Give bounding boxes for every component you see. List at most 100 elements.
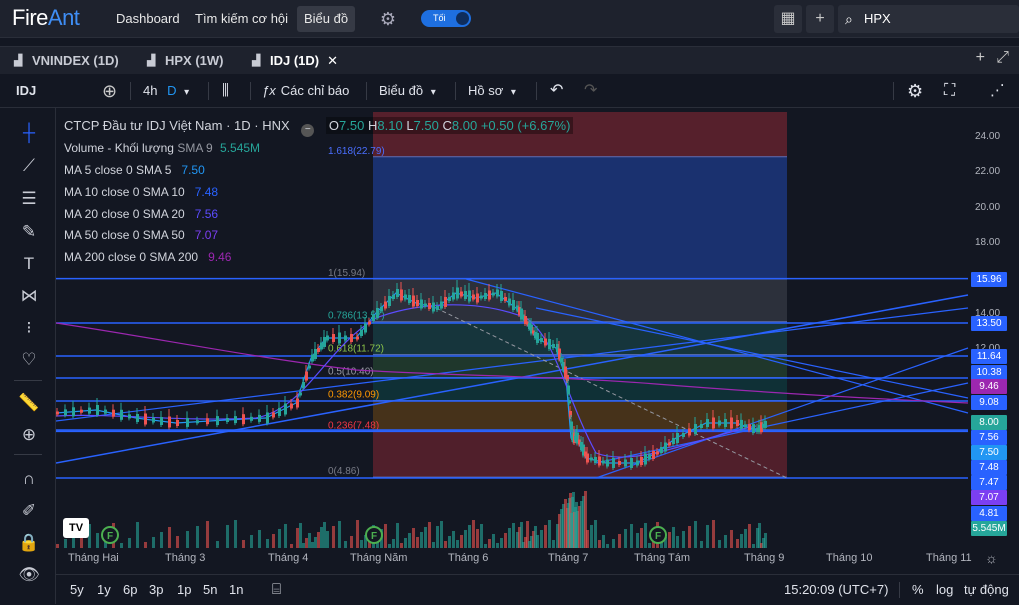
undo-icon[interactable]: ↶ — [550, 74, 563, 108]
tab-vnindex[interactable]: ▟ VNINDEX (1D) — [12, 47, 119, 75]
axis-settings-icon[interactable]: ☼ — [985, 550, 998, 566]
volume-bar — [694, 521, 697, 548]
volume-bar — [278, 529, 281, 548]
candle — [472, 294, 475, 300]
volume-bar — [302, 543, 305, 548]
chart-settings-icon[interactable]: ⚙ — [907, 74, 923, 108]
share-icon[interactable]: ⋰ — [990, 74, 1005, 108]
add-icon[interactable]: + — [806, 5, 834, 33]
compare-add-icon[interactable]: ⊕ — [102, 74, 117, 108]
range-button-1n[interactable]: 1n — [229, 575, 243, 605]
drawing-toolbar: ┼ ⟋ ☰ ✎ T ⋈ ⁝ ♡ 📏 ⊕ ∩ ✐ 🔒 👁 — [0, 108, 56, 604]
fib-zone — [373, 156, 787, 279]
zoom-in-icon[interactable]: ⊕ — [16, 422, 42, 448]
log-toggle[interactable]: log — [936, 575, 953, 605]
crosshair-icon[interactable]: ┼ — [16, 120, 42, 146]
volume-bar — [384, 524, 387, 548]
theme-toggle[interactable]: Tối — [421, 10, 471, 27]
collapse-icon[interactable]: − — [301, 124, 315, 137]
range-button-1y[interactable]: 1y — [97, 575, 111, 605]
ma-legend-row: MA 5 close 0 SMA 5 7.50 — [64, 163, 205, 177]
nav-chart[interactable]: Biểu đồ — [297, 6, 355, 32]
indicators-button[interactable]: ƒx Các chỉ báo — [262, 74, 349, 108]
candle — [250, 416, 253, 421]
candle — [326, 335, 329, 341]
lock-icon[interactable]: 🔒 — [16, 530, 42, 556]
volume-bar — [672, 527, 675, 548]
volume-bar — [408, 533, 411, 548]
candle — [500, 291, 503, 301]
lock-draw-icon[interactable]: ✐ — [16, 498, 42, 524]
horizontal-lines-icon[interactable]: ☰ — [16, 186, 42, 212]
volume-bar — [544, 525, 547, 548]
settings-gear-icon[interactable]: ⚙ — [377, 8, 399, 30]
tab-hpx[interactable]: ▟ HPX (1W) — [145, 47, 224, 75]
text-icon[interactable]: T — [16, 251, 42, 277]
candle — [452, 292, 455, 300]
interval-select[interactable]: 4h D ▾ — [143, 74, 189, 108]
close-tab-icon[interactable]: ✕ — [327, 53, 338, 68]
trend-line-icon[interactable]: ⟋ — [16, 153, 42, 179]
date-range-icon[interactable]: ⌸ — [272, 575, 281, 605]
volume-bar — [338, 521, 341, 548]
fx-icon: ƒx — [262, 83, 276, 98]
candle — [460, 291, 463, 297]
candle — [508, 298, 511, 306]
candle — [567, 385, 570, 395]
candle — [488, 290, 491, 300]
candle — [296, 398, 299, 408]
range-button-3p[interactable]: 3p — [149, 575, 163, 605]
volume-bar — [676, 536, 679, 548]
symbol-label[interactable]: IDJ — [16, 74, 36, 108]
brush-icon[interactable]: ✎ — [16, 219, 42, 245]
volume-bar — [594, 520, 597, 548]
magnet-icon[interactable]: ∩ — [16, 466, 42, 492]
chart-menu[interactable]: Biểu đồ ▾ — [379, 74, 436, 108]
candle — [308, 365, 311, 369]
volume-bar — [226, 525, 229, 548]
price-axis-label: 7.50 — [971, 445, 1007, 460]
candle — [740, 419, 743, 429]
layout-grid-icon[interactable]: ▦ — [774, 5, 802, 33]
tab-idj[interactable]: ▟ IDJ (1D) ✕ — [250, 47, 338, 75]
volume-bar — [344, 541, 347, 548]
candle — [540, 338, 543, 342]
x-axis-label: Tháng Hai — [68, 552, 119, 564]
nav-screener[interactable]: Tìm kiếm cơ hội — [189, 6, 294, 32]
fireant-logo[interactable]: FireAnt — [12, 5, 80, 31]
nav-dashboard[interactable]: Dashboard — [110, 6, 186, 32]
add-tab-icon[interactable]: + — [976, 49, 985, 67]
candle-type-icon[interactable]: ⫼ — [222, 74, 229, 108]
ma-label: MA 5 close 0 SMA 5 — [64, 163, 172, 177]
ruler-icon[interactable]: 📏 — [16, 390, 42, 416]
volume-bar — [636, 533, 639, 548]
candle — [344, 335, 347, 341]
candle — [436, 306, 439, 310]
candle — [364, 323, 367, 333]
candle — [706, 419, 709, 427]
redo-icon[interactable]: ↷ — [584, 74, 597, 108]
volume-bar — [196, 526, 199, 548]
heart-icon[interactable]: ♡ — [16, 347, 42, 373]
volume-bar — [480, 524, 483, 548]
pattern-icon[interactable]: ⋈ — [16, 283, 42, 309]
symbol-search-input[interactable]: ⌕ HPX — [838, 5, 1019, 33]
percent-toggle[interactable]: % — [912, 575, 924, 605]
candle — [242, 414, 245, 425]
range-button-5y[interactable]: 5y — [70, 575, 84, 605]
auto-scale-toggle[interactable]: tự động — [964, 575, 1009, 605]
candle — [606, 459, 609, 467]
range-button-1p[interactable]: 1p — [177, 575, 191, 605]
volume-bar — [648, 543, 651, 548]
range-button-6p[interactable]: 6p — [123, 575, 137, 605]
fullscreen-icon[interactable]: ⛶ — [944, 74, 955, 108]
candle — [400, 289, 403, 301]
expand-icon[interactable]: ⤢ — [996, 49, 1009, 67]
range-button-5n[interactable]: 5n — [203, 575, 217, 605]
volume-bar — [512, 523, 515, 548]
profile-menu[interactable]: Hồ sơ ▾ — [468, 74, 516, 108]
volume-bar — [120, 543, 123, 548]
eye-icon[interactable]: 👁 — [16, 562, 42, 588]
fib-icon[interactable]: ⁝ — [16, 315, 42, 341]
volume-bar — [640, 528, 643, 548]
